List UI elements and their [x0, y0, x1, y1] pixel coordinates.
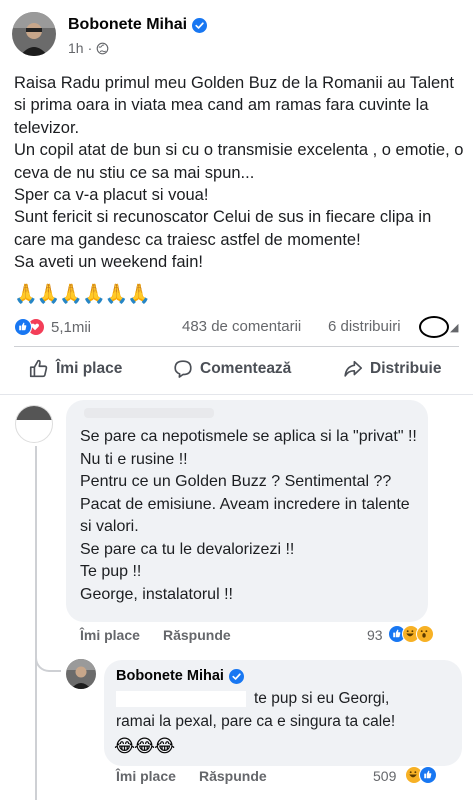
- reply-bubble: Bobonete Mihai te pup si eu Georgi, rama…: [104, 660, 462, 766]
- comment-button-label: Comentează: [200, 360, 292, 377]
- reply-line: ramai la pexal, pare ca e singura ta cal…: [116, 712, 396, 730]
- share-button[interactable]: Distribuie: [342, 358, 441, 380]
- like-button[interactable]: Îmi place: [28, 358, 122, 380]
- post-header: Bobonete Mihai 1h ·: [12, 12, 462, 64]
- post-paragraph: Sa aveti un weekend fain!: [14, 253, 203, 272]
- reply-reply-link[interactable]: Răspunde: [199, 768, 267, 784]
- verified-badge-icon: [228, 668, 244, 684]
- reply-reactions[interactable]: [405, 766, 437, 784]
- like-reaction-icon: [14, 318, 32, 336]
- comment-line: George, instalatorul !!: [80, 585, 233, 603]
- thread-line: [35, 446, 37, 800]
- post-paragraph: Sper ca v-a placut si voua!: [14, 186, 209, 205]
- share-button-label: Distribuie: [370, 360, 442, 377]
- author-name[interactable]: Bobonete Mihai: [68, 16, 208, 34]
- comment-bubble: Se pare ca nepotismele se aplica si la "…: [66, 400, 428, 622]
- comment-line: Pacat de emisiune. Aveam incredere in ta…: [80, 495, 410, 536]
- reaction-count: 5,1mii: [51, 318, 92, 336]
- comment-line: Nu ti e rusine !!: [80, 450, 188, 468]
- share-arrow-icon: [344, 360, 363, 377]
- like-reaction-icon: [419, 766, 437, 784]
- reply-reaction-count[interactable]: 509: [373, 768, 396, 784]
- globe-icon: [96, 42, 109, 54]
- post-body: Raisa Radu primul meu Golden Buz de la R…: [14, 72, 464, 274]
- author-avatar[interactable]: [12, 12, 56, 56]
- verified-badge-icon: [192, 17, 208, 33]
- commenter-avatar[interactable]: [15, 405, 53, 443]
- meta-separator: ·: [87, 40, 93, 56]
- divider: [14, 346, 459, 347]
- reply-text: te pup si eu Georgi, ramai la pexal, par…: [116, 688, 456, 733]
- comment-text: Se pare ca nepotismele se aplica si la "…: [80, 426, 420, 606]
- share-count[interactable]: 6 distribuiri: [328, 318, 401, 335]
- wow-reaction-icon: [416, 625, 434, 643]
- post-meta: 1h ·: [68, 40, 109, 56]
- author-name-label: Bobonete Mihai: [68, 16, 188, 33]
- reply-emoji-line: 😂😂😂: [114, 736, 175, 756]
- caret-icon: ◢: [450, 322, 459, 334]
- comment-line: Te pup !!: [80, 563, 142, 580]
- post-stats: 5,1mii 483 de comentarii 6 distribuiri ◢: [14, 316, 464, 340]
- comment-reactions[interactable]: [388, 625, 434, 643]
- reply-author-name[interactable]: Bobonete Mihai: [116, 668, 244, 684]
- divider: [0, 394, 473, 395]
- comment-line: Se pare ca tu le devalorizezi !!: [80, 540, 295, 558]
- thread-connector: [35, 650, 61, 672]
- comment-reply-link[interactable]: Răspunde: [163, 627, 231, 643]
- hand-drawn-circle-annotation: [419, 316, 449, 338]
- comment-button[interactable]: Comentează: [172, 358, 291, 380]
- post-paragraph: Raisa Radu primul meu Golden Buz de la R…: [14, 74, 454, 137]
- reply-like-link[interactable]: Îmi place: [116, 768, 176, 784]
- post-time[interactable]: 1h: [68, 40, 84, 56]
- comment-count[interactable]: 483 de comentarii: [182, 318, 301, 335]
- comment-footer: Îmi place Răspunde 93: [80, 625, 450, 647]
- reply-line: te pup si eu Georgi,: [254, 690, 390, 707]
- comment-like-link[interactable]: Îmi place: [80, 627, 140, 643]
- post-paragraph: Sunt fericit si recunoscator Celui de su…: [14, 208, 432, 249]
- post-emoji-line: 🙏🙏🙏🙏🙏🙏: [14, 284, 151, 305]
- post-action-bar: Îmi place Comentează Distribuie: [0, 358, 473, 392]
- reply-author-avatar[interactable]: [66, 659, 96, 689]
- post-paragraph: Un copil atat de bun si cu o transmisie …: [14, 141, 464, 182]
- comment-reaction-count[interactable]: 93: [367, 627, 383, 643]
- comment-bubble-icon: [174, 360, 192, 378]
- thumbs-up-icon: [29, 359, 48, 378]
- reply-author-label: Bobonete Mihai: [116, 668, 224, 684]
- comment-line: Pentru ce un Golden Buzz ? Sentimental ?…: [80, 473, 392, 490]
- reply-footer: Îmi place Răspunde 509: [116, 766, 466, 788]
- like-button-label: Îmi place: [56, 360, 123, 377]
- comment-line: Se pare ca nepotismele se aplica si la "…: [80, 428, 417, 445]
- reaction-summary[interactable]: 5,1mii: [14, 318, 91, 336]
- redacted-commenter-name: [84, 408, 214, 418]
